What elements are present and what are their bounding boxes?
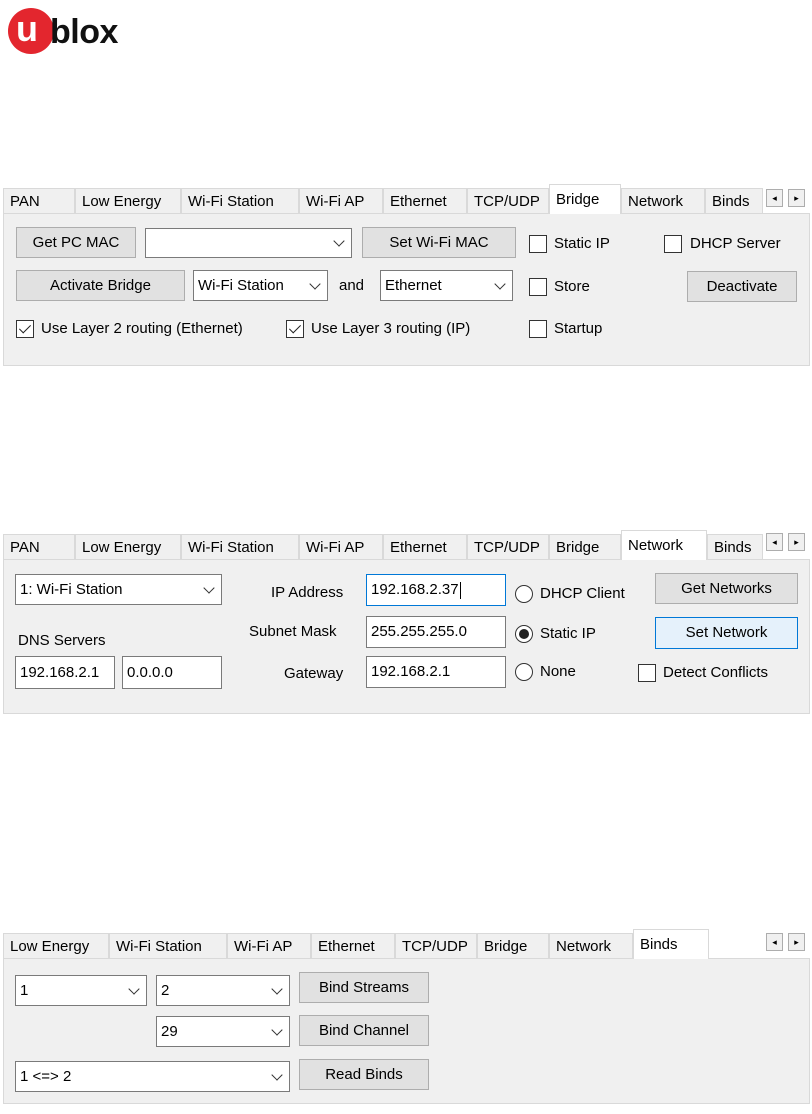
tab-wifi-station[interactable]: Wi-Fi Station xyxy=(181,534,299,560)
set-network-button[interactable]: Set Network xyxy=(655,617,798,649)
and-label: and xyxy=(339,277,365,294)
get-pc-mac-button[interactable]: Get PC MAC xyxy=(16,227,136,258)
dns-servers-label: DNS Servers xyxy=(18,632,106,649)
ip-address-value: 192.168.2.37 xyxy=(371,581,459,598)
gateway-label: Gateway xyxy=(284,665,344,682)
store-label: Store xyxy=(554,278,590,295)
chevron-down-icon xyxy=(333,235,345,247)
layer2-routing-checkbox[interactable] xyxy=(16,320,34,338)
static-ip-checkbox[interactable] xyxy=(529,235,547,253)
deactivate-button[interactable]: Deactivate xyxy=(687,271,797,302)
chevron-down-icon xyxy=(203,581,215,594)
scroll-left-icon[interactable]: ◂ xyxy=(766,933,783,951)
bridge-from-value: Wi-Fi Station xyxy=(198,277,284,294)
scroll-left-icon[interactable]: ◂ xyxy=(766,533,783,551)
dhcp-client-radio[interactable] xyxy=(515,585,533,603)
get-networks-button[interactable]: Get Networks xyxy=(655,573,798,604)
binds-list-combo[interactable]: 1 <=> 2 xyxy=(15,1061,290,1092)
interface-value: 1: Wi-Fi Station xyxy=(20,581,123,598)
detect-conflicts-label: Detect Conflicts xyxy=(663,664,769,681)
text-caret xyxy=(459,581,461,599)
layer3-routing-label: Use Layer 3 routing (IP) xyxy=(311,320,471,337)
read-binds-button[interactable]: Read Binds xyxy=(299,1059,429,1090)
detect-conflicts-checkbox[interactable] xyxy=(638,664,656,682)
tab-network[interactable]: Network xyxy=(549,933,633,959)
dns-server-2-input[interactable]: 0.0.0.0 xyxy=(122,656,222,689)
tab-network[interactable]: Network xyxy=(621,188,705,214)
set-wifi-mac-button[interactable]: Set Wi-Fi MAC xyxy=(362,227,516,258)
tab-pan[interactable]: PAN xyxy=(3,188,75,214)
tab-ethernet[interactable]: Ethernet xyxy=(311,933,395,959)
bind-channel-button[interactable]: Bind Channel xyxy=(299,1015,429,1046)
bridge-from-combo[interactable]: Wi-Fi Station xyxy=(193,270,328,301)
bridge-to-value: Ethernet xyxy=(385,277,442,294)
channel-combo[interactable]: 29 xyxy=(156,1016,290,1047)
scroll-right-icon[interactable]: ▸ xyxy=(788,933,805,951)
startup-label: Startup xyxy=(554,320,603,337)
subnet-mask-label: Subnet Mask xyxy=(249,623,337,640)
dhcp-client-label: DHCP Client xyxy=(540,585,625,602)
stream-b-value: 2 xyxy=(161,982,170,999)
tab-tcp-udp[interactable]: TCP/UDP xyxy=(467,534,549,560)
static-ip-label: Static IP xyxy=(554,235,610,252)
tab-bridge[interactable]: Bridge xyxy=(549,534,621,560)
tab-bridge[interactable]: Bridge xyxy=(477,933,549,959)
chevron-down-icon xyxy=(309,277,321,290)
interface-combo[interactable]: 1: Wi-Fi Station xyxy=(15,574,222,605)
logo-wordmark: blox xyxy=(50,13,118,51)
static-ip-radio[interactable] xyxy=(515,625,533,643)
gateway-input[interactable]: 192.168.2.1 xyxy=(366,656,506,688)
dhcp-server-label: DHCP Server xyxy=(690,235,781,252)
none-radio[interactable] xyxy=(515,663,533,681)
bridge-to-combo[interactable]: Ethernet xyxy=(380,270,513,301)
stream-b-combo[interactable]: 2 xyxy=(156,975,290,1006)
static-ip-label: Static IP xyxy=(540,625,596,642)
store-checkbox[interactable] xyxy=(529,278,547,296)
tab-network[interactable]: Network xyxy=(621,530,707,560)
channel-value: 29 xyxy=(161,1023,178,1040)
tab-wifi-station[interactable]: Wi-Fi Station xyxy=(181,188,299,214)
activate-bridge-button[interactable]: Activate Bridge xyxy=(16,270,185,301)
tab-tcp-udp[interactable]: TCP/UDP xyxy=(467,188,549,214)
ip-address-input[interactable]: 192.168.2.37 xyxy=(366,574,506,606)
scroll-right-icon[interactable]: ▸ xyxy=(788,533,805,551)
subnet-mask-input[interactable]: 255.255.255.0 xyxy=(366,616,506,648)
tab-ethernet[interactable]: Ethernet xyxy=(383,188,467,214)
chevron-down-icon xyxy=(271,1068,283,1081)
tab-binds[interactable]: Binds xyxy=(707,534,763,560)
tab-bridge[interactable]: Bridge xyxy=(549,184,621,214)
tab-pan[interactable]: PAN xyxy=(3,534,75,560)
scroll-right-icon[interactable]: ▸ xyxy=(788,189,805,207)
layer2-routing-label: Use Layer 2 routing (Ethernet) xyxy=(41,320,243,337)
tab-wifi-ap[interactable]: Wi-Fi AP xyxy=(299,534,383,560)
tab-low-energy[interactable]: Low Energy xyxy=(3,933,109,959)
tab-tcp-udp[interactable]: TCP/UDP xyxy=(395,933,477,959)
chevron-down-icon xyxy=(271,1023,283,1036)
bind-streams-button[interactable]: Bind Streams xyxy=(299,972,429,1003)
mac-address-combo[interactable] xyxy=(145,228,352,258)
tab-low-energy[interactable]: Low Energy xyxy=(75,534,181,560)
tab-wifi-ap[interactable]: Wi-Fi AP xyxy=(227,933,311,959)
tab-binds[interactable]: Binds xyxy=(633,929,709,959)
scroll-left-icon[interactable]: ◂ xyxy=(766,189,783,207)
tab-wifi-station[interactable]: Wi-Fi Station xyxy=(109,933,227,959)
logo-mark-letter: u xyxy=(16,8,38,49)
binds-list-value: 1 <=> 2 xyxy=(20,1068,72,1085)
chevron-down-icon xyxy=(494,277,506,290)
ublox-logo: u blox xyxy=(8,4,158,60)
dns-server-1-input[interactable]: 192.168.2.1 xyxy=(15,656,115,689)
chevron-down-icon xyxy=(128,982,140,995)
tab-ethernet[interactable]: Ethernet xyxy=(383,534,467,560)
tab-binds[interactable]: Binds xyxy=(705,188,763,214)
chevron-down-icon xyxy=(271,982,283,995)
tab-wifi-ap[interactable]: Wi-Fi AP xyxy=(299,188,383,214)
ip-address-label: IP Address xyxy=(271,584,344,601)
stream-a-combo[interactable]: 1 xyxy=(15,975,147,1006)
layer3-routing-checkbox[interactable] xyxy=(286,320,304,338)
stream-a-value: 1 xyxy=(20,982,29,999)
startup-checkbox[interactable] xyxy=(529,320,547,338)
tab-low-energy[interactable]: Low Energy xyxy=(75,188,181,214)
none-label: None xyxy=(540,663,576,680)
dhcp-server-checkbox[interactable] xyxy=(664,235,682,253)
